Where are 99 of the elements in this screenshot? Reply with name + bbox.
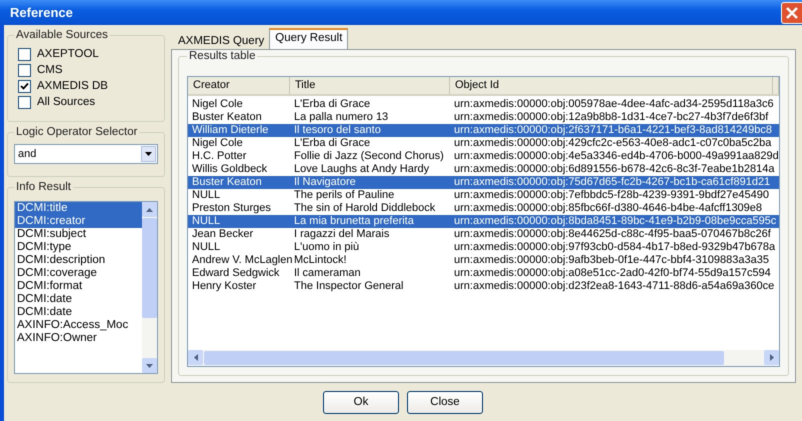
table-cell-text: Il tesoro del santo [293, 124, 382, 137]
table-cell-text: L'uomo in più [293, 241, 360, 254]
table-cell-text: Nigel Cole [191, 137, 244, 150]
table-cell-text: urn:axmedis:00000:obj:75d67d65-fc2b-4267-bc1b-ca61cf891d21 [453, 176, 772, 189]
table-row[interactable]: Buster Keaton Il Navigatore urn:axmedis:00000:obj:75d67d65-fc2b-4267-bc1b-ca61cf891d21 [188, 176, 779, 189]
table-cell-text: L'Erba di Grace [293, 98, 372, 111]
list-item[interactable]: DCMI:type [15, 241, 142, 254]
list-item[interactable]: DCMI:subject [15, 228, 142, 241]
table-row[interactable]: Nigel Cole L'Erba di Grace urn:axmedis:00000:obj:429cfc2c-e563-40e8-adc1-c07c0ba5c2ba [188, 137, 779, 150]
tab[interactable]: Query Result [269, 28, 348, 49]
table-row[interactable]: NULL La mia brunetta preferita urn:axmedis:00000:obj:8bda8451-89bc-41e9-b2b9-08be9cca595c [188, 215, 779, 228]
table-cell-text: Willis Goldbeck [191, 163, 268, 176]
table-row[interactable]: Nigel Cole L'Erba di Grace urn:axmedis:00000:obj:005978ae-4dee-4afc-ad34-2595d118a3c6 [188, 98, 779, 111]
table-cell-text: Nigel Cole [191, 98, 244, 111]
checkbox[interactable] [18, 96, 31, 108]
table-row[interactable]: H.C. Potter Follie di Jazz (Second Chorus) urn:axmedis:00000:obj:4e5a3346-ed4b-4706-b000-49a991aa829d [188, 150, 779, 163]
table-cell-text: McLintock! [293, 254, 348, 267]
close-button[interactable] [781, 2, 802, 24]
window-title: Reference [10, 5, 73, 20]
column-header[interactable]: Title [290, 77, 450, 94]
table-cell-text: La mia brunetta preferita [293, 215, 415, 228]
table-cell-text: Henry Koster [191, 280, 258, 293]
table-cell-text: NULL [191, 189, 222, 202]
table-row[interactable]: Henry Koster The Inspector General urn:axmedis:00000:obj:d23f2ea8-1643-4711-88d6-a54a69a360ce [188, 280, 779, 293]
table-cell-text: urn:axmedis:00000:obj:4e5a3346-ed4b-4706-b000-49a991aa829d [453, 150, 779, 163]
table-cell-text: urn:axmedis:00000:obj:d23f2ea8-1643-4711-88d6-a54a69a360ce [453, 280, 774, 293]
table-cell-text: H.C. Potter [191, 150, 248, 163]
table-row[interactable]: Andrew V. McLaglen McLintock! urn:axmedis:00000:obj:9afb3beb-0f1e-447c-bbf4-3109883a3a35 [188, 254, 779, 267]
table-cell-text: I ragazzi del Marais [293, 228, 390, 241]
table-cell-text: urn:axmedis:00000:obj:85fbc66f-d380-4646-b4be-4afcff1309e8 [453, 202, 764, 215]
table-cell-text: The Inspector General [293, 280, 404, 293]
table-cell-text: L'Erba di Grace [293, 137, 372, 150]
checkbox-label: AXEPTOOL [37, 48, 99, 60]
dialog-button[interactable]: Ok [323, 390, 399, 414]
table-cell-text: La palla numero 13 [293, 111, 390, 124]
group-title: Logic Operator Selector [15, 126, 138, 138]
table-row[interactable]: NULL L'uomo in più urn:axmedis:00000:obj:97f93cb0-d584-4b17-b8ed-9329b47b678a [188, 241, 779, 254]
group-title: Results table [188, 50, 256, 62]
table-cell-text: urn:axmedis:00000:obj:8bda8451-89bc-41e9-b2b9-08be9cca595c [453, 215, 776, 228]
table-row[interactable]: Willis Goldbeck Love Laughs at Andy Hardy urn:axmedis:00000:obj:6d891556-b678-42c6-8c3f-7eabe1b2814a [188, 163, 779, 176]
table-cell-text: NULL [191, 241, 222, 254]
table-cell-text: The perils of Pauline [293, 189, 396, 202]
scroll-right-icon[interactable] [764, 350, 779, 365]
list-item[interactable]: DCMI:date [15, 306, 142, 319]
table-cell-text: Preston Sturges [191, 202, 272, 215]
checkbox[interactable] [18, 48, 31, 60]
tab[interactable]: AXMEDIS Query [173, 33, 270, 49]
table-row[interactable]: Preston Sturges The sin of Harold Diddlebock urn:axmedis:00000:obj:85fbc66f-d380-4646-b4be-4afcff1309e8 [188, 202, 779, 215]
scroll-down-icon[interactable] [142, 358, 157, 373]
table-cell-text: Jean Becker [191, 228, 254, 241]
scroll-up-icon[interactable] [142, 202, 157, 217]
operator-dropdown[interactable]: and [14, 144, 158, 164]
table-cell-text: urn:axmedis:00000:obj:97f93cb0-d584-4b17-b8ed-9329b47b678a [453, 241, 776, 254]
column-header[interactable]: Object Id [450, 77, 773, 94]
table-cell-text: Love Laughs at Andy Hardy [293, 163, 430, 176]
horizontal-scrollbar[interactable] [188, 350, 779, 366]
table-cell-text: urn:axmedis:00000:obj:9afb3beb-0f1e-447c-bbf4-3109883a3a35 [453, 254, 770, 267]
table-cell-text: Andrew V. McLaglen [191, 254, 290, 267]
table-row[interactable]: Buster Keaton La palla numero 13 urn:axmedis:00000:obj:12a9b8b8-1d31-4ce7-bc27-4b3f7de6f3bf [188, 111, 779, 124]
table-cell-text: The sin of Harold Diddlebock [293, 202, 436, 215]
checkbox-label: CMS [37, 64, 63, 76]
table-cell-text: urn:axmedis:00000:obj:a08e51cc-2ad0-42f0-bf74-55d9a157c594 [453, 267, 772, 280]
vertical-scrollbar[interactable] [142, 202, 157, 373]
table-cell-text: Follie di Jazz (Second Chorus) [293, 150, 445, 163]
checkbox-label: All Sources [37, 96, 96, 108]
list-item[interactable]: DCMI:date [15, 293, 142, 306]
table-cell-text: Buster Keaton [191, 111, 263, 124]
list-item[interactable]: AXINFO:Access_Moc [15, 319, 142, 332]
table-cell-text: Il cameraman [293, 267, 362, 280]
column-header[interactable]: Creator [188, 77, 290, 94]
checkbox-label: AXMEDIS DB [37, 80, 108, 92]
table-cell-text: urn:axmedis:00000:obj:12a9b8b8-1d31-4ce7-bc27-4b3f7de6f3bf [453, 111, 770, 124]
table-cell-text: NULL [191, 215, 222, 228]
table-cell-text: William Dieterle [191, 124, 270, 137]
table-cell-text: urn:axmedis:00000:obj:429cfc2c-e563-40e8-adc1-c07c0ba5c2ba [453, 137, 772, 150]
table-cell-text: urn:axmedis:00000:obj:6d891556-b678-42c6-8c3f-7eabe1b2814a [453, 163, 774, 176]
table-cell-text: Edward Sedgwick [191, 267, 280, 280]
table-row[interactable]: Edward Sedgwick Il cameraman urn:axmedis:00000:obj:a08e51cc-2ad0-42f0-bf74-55d9a157c594 [188, 267, 779, 280]
table-row[interactable]: William Dieterle Il tesoro del santo urn:axmedis:00000:obj:2f637171-b6a1-4221-bef3-8ad814249bc8 [188, 124, 779, 137]
list-item[interactable]: DCMI:description [15, 254, 142, 267]
list-item[interactable]: DCMI:title [15, 202, 142, 215]
table-cell-text: urn:axmedis:00000:obj:005978ae-4dee-4afc-ad34-2595d118a3c6 [453, 98, 774, 111]
scroll-left-icon[interactable] [188, 350, 203, 365]
table-cell-text: urn:axmedis:00000:obj:8e44625d-c88c-4f95-baa5-070467b8c26f [453, 228, 772, 241]
group-title: Available Sources [15, 29, 109, 41]
checkbox[interactable] [18, 64, 31, 76]
table-cell-text: Il Navigatore [293, 176, 357, 189]
dialog-button[interactable]: Close [407, 390, 483, 414]
list-item[interactable]: DCMI:creator [15, 215, 142, 228]
table-cell-text: urn:axmedis:00000:obj:7efbbdc5-f28b-4239-9391-9bdf27e45490 [453, 189, 770, 202]
checkbox[interactable] [18, 80, 31, 92]
list-item[interactable]: DCMI:format [15, 280, 142, 293]
table-row[interactable]: NULL The perils of Pauline urn:axmedis:00000:obj:7efbbdc5-f28b-4239-9391-9bdf27e45490 [188, 189, 779, 202]
group-title: Info Result [15, 181, 72, 193]
table-cell-text: Buster Keaton [191, 176, 263, 189]
list-item[interactable]: AXINFO:Owner [15, 332, 142, 345]
table-cell-text: urn:axmedis:00000:obj:2f637171-b6a1-4221-bef3-8ad814249bc8 [453, 124, 773, 137]
table-row[interactable]: Jean Becker I ragazzi del Marais urn:axmedis:00000:obj:8e44625d-c88c-4f95-baa5-070467b8c26f [188, 228, 779, 241]
list-item[interactable]: DCMI:coverage [15, 267, 142, 280]
